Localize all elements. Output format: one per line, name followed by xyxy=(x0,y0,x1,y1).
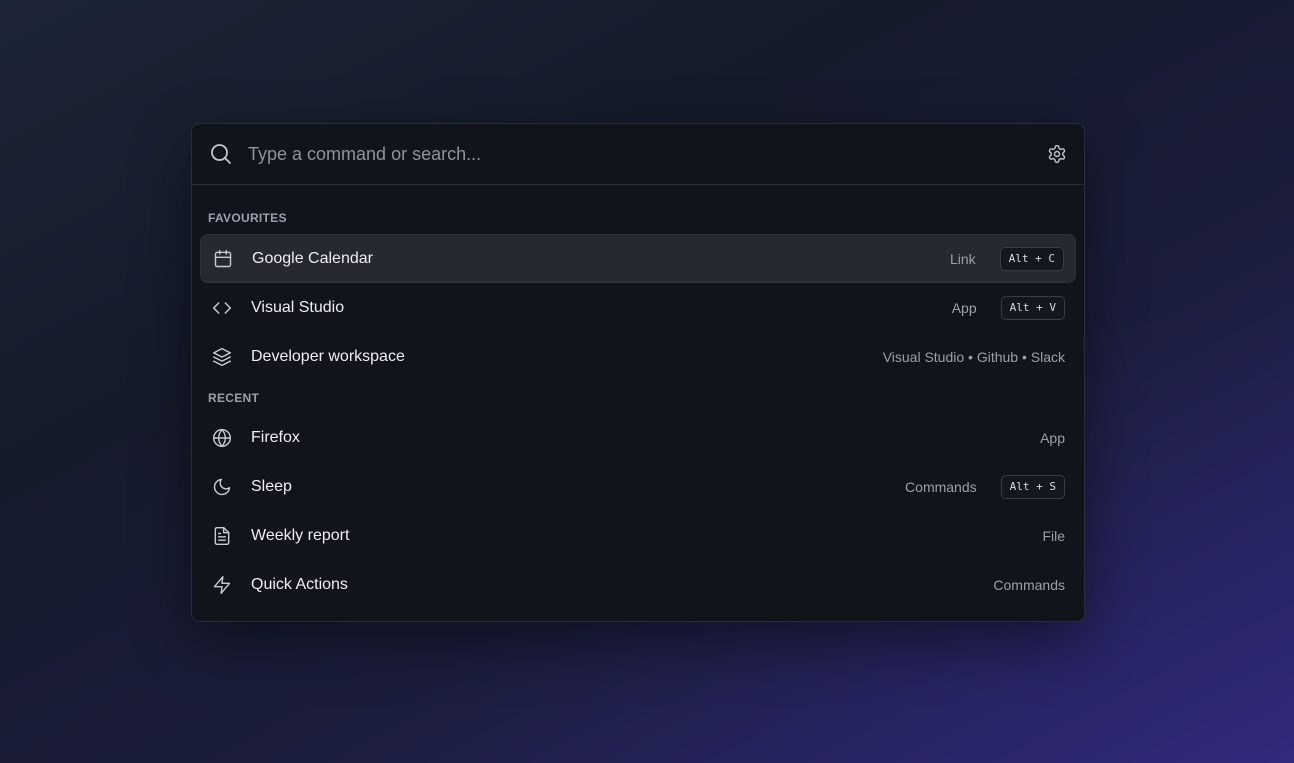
gear-icon[interactable] xyxy=(1046,143,1068,165)
list-item-weekly-report[interactable]: Weekly report File xyxy=(200,511,1076,560)
item-label: Firefox xyxy=(251,428,300,446)
item-label: Developer workspace xyxy=(251,347,405,365)
list-item-quick-actions[interactable]: Quick Actions Commands xyxy=(200,560,1076,609)
search-bar xyxy=(192,124,1084,185)
item-type: Commands xyxy=(905,478,977,495)
item-type: App xyxy=(951,299,977,316)
list-item-firefox[interactable]: Firefox App xyxy=(200,413,1076,462)
list-item-sleep[interactable]: Sleep Commands Alt + S xyxy=(200,462,1076,511)
item-label: Google Calendar xyxy=(252,249,373,267)
section-label-favourites: FAVOURITES xyxy=(208,211,287,225)
item-label: Quick Actions xyxy=(251,575,348,593)
item-label: Sleep xyxy=(251,477,292,495)
list-item-visual-studio[interactable]: Visual Studio App Alt + V xyxy=(200,283,1076,332)
item-apps: Visual Studio • Github • Slack xyxy=(882,348,1065,365)
layers-icon xyxy=(211,346,233,368)
moon-icon xyxy=(211,476,233,498)
item-label: Visual Studio xyxy=(251,298,345,316)
search-icon xyxy=(209,142,233,166)
shortcut-badge: Alt + V xyxy=(1000,295,1065,320)
file-text-icon xyxy=(211,525,233,547)
lightning-icon xyxy=(211,574,233,596)
item-type: Commands xyxy=(993,576,1065,593)
code-icon xyxy=(211,297,233,319)
list-item-google-calendar[interactable]: Google Calendar Link Alt + C xyxy=(200,234,1076,283)
search-input[interactable] xyxy=(248,139,1046,169)
section-label-recent: RECENT xyxy=(208,391,260,405)
command-palette: FAVOURITES Google Calendar Link Alt + C xyxy=(191,123,1085,622)
shortcut-badge: Alt + S xyxy=(1000,474,1065,499)
recent-list: Firefox App Sleep Commands Alt + S Weekl… xyxy=(192,413,1084,609)
shortcut-badge: Alt + C xyxy=(999,246,1064,271)
calendar-icon xyxy=(212,248,234,270)
item-label: Weekly report xyxy=(251,526,350,544)
item-type: File xyxy=(1042,527,1065,544)
list-item-developer-workspace[interactable]: Developer workspace Visual Studio • Gith… xyxy=(200,332,1076,381)
favourites-list: Google Calendar Link Alt + C Visual Stud… xyxy=(192,234,1084,381)
item-type: App xyxy=(1040,429,1065,446)
item-type: Link xyxy=(949,250,976,267)
globe-icon xyxy=(211,427,233,449)
